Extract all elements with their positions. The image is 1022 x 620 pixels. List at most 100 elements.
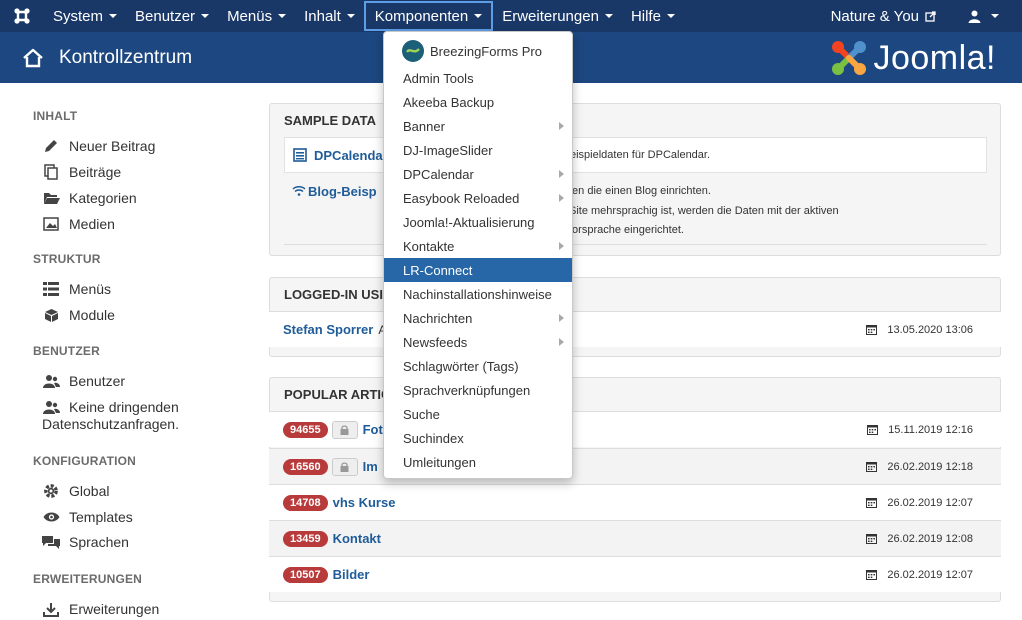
- calendar-icon: [867, 425, 879, 435]
- sidebar-item-templates[interactable]: Templates: [0, 508, 133, 526]
- user-menu[interactable]: [959, 1, 1008, 31]
- logged-in-user-link[interactable]: Stefan Sporrer: [283, 322, 373, 337]
- calendar-list-icon: [293, 148, 307, 162]
- sidebar-item-sprachen[interactable]: Sprachen: [0, 533, 129, 551]
- page-title: Kontrollzentrum: [59, 46, 193, 68]
- logged-in-date: 13.05.2020 13:06: [866, 324, 973, 336]
- sidebar-item-neuer-beitrag[interactable]: Neuer Beitrag: [0, 137, 155, 155]
- dropdown-item-nachinstallation[interactable]: Nachinstallationshinweise: [384, 282, 572, 306]
- dropdown-item-tags[interactable]: Schlagwörter (Tags): [384, 354, 572, 378]
- panel-title: POPULAR ARTIC: [284, 387, 391, 402]
- download-icon: [42, 600, 60, 618]
- joomla-small-icon[interactable]: [0, 0, 44, 32]
- comments-icon: [42, 533, 60, 551]
- dropdown-item-sprachverknuepfungen[interactable]: Sprachverknüpfungen: [384, 378, 572, 402]
- hits-badge: 94655: [283, 421, 328, 438]
- dropdown-item-banner[interactable]: Banner: [384, 114, 572, 138]
- sidebar-item-beitraege[interactable]: Beiträge: [0, 163, 121, 181]
- external-link-icon: [925, 10, 936, 22]
- chevron-down-icon: [346, 14, 355, 18]
- popular-date: 26.02.2019 12:08: [866, 533, 973, 545]
- panel-title: SAMPLE DATA: [284, 113, 376, 128]
- sidebar-item-medien[interactable]: Medien: [0, 215, 115, 233]
- gear-icon: [42, 482, 60, 500]
- sidebar-item-erweiterungen[interactable]: Erweiterungen: [0, 600, 159, 618]
- sidebar-item-menues[interactable]: Menüs: [0, 280, 111, 298]
- popular-date: 26.02.2019 12:18: [866, 461, 973, 473]
- chevron-down-icon: [201, 14, 210, 18]
- popular-row: 10507 Bilder 26.02.2019 12:07: [269, 556, 1001, 592]
- sidebar-item-datenschutz[interactable]: Keine dringenden: [0, 398, 179, 416]
- sample-link-blog[interactable]: Blog-Beisp: [308, 184, 377, 199]
- chevron-right-icon: [559, 314, 564, 322]
- user-icon: [968, 10, 981, 23]
- hits-badge: 14708: [283, 494, 328, 511]
- lock-icon: [331, 457, 358, 476]
- site-link[interactable]: Nature & You: [822, 1, 945, 31]
- dropdown-item-suchindex[interactable]: Suchindex: [384, 426, 572, 450]
- dropdown-item-admin-tools[interactable]: Admin Tools: [384, 66, 572, 90]
- dropdown-item-breezingforms[interactable]: BreezingForms Pro: [384, 38, 572, 64]
- chevron-down-icon: [991, 14, 999, 18]
- menu-system[interactable]: System: [44, 1, 126, 31]
- calendar-icon: [866, 570, 878, 580]
- joomla-logo: Joomla!: [829, 38, 996, 78]
- sample-desc-dpcalendar: eispieldaten für DPCalendar.: [570, 149, 711, 161]
- popular-article-link[interactable]: Fot: [363, 422, 383, 437]
- list-icon: [42, 280, 60, 298]
- dropdown-item-dj-imageslider[interactable]: DJ-ImageSlider: [384, 138, 572, 162]
- chevron-right-icon: [559, 242, 564, 250]
- chevron-right-icon: [559, 122, 564, 130]
- menu-benutzer[interactable]: Benutzer: [126, 1, 218, 31]
- chevron-down-icon: [109, 14, 118, 18]
- sample-desc-blog-line3: torsprache eingerichtet.: [569, 224, 684, 236]
- popular-article-link[interactable]: Im: [363, 459, 378, 474]
- chevron-right-icon: [559, 170, 564, 178]
- sidebar-item-benutzer[interactable]: Benutzer: [0, 372, 125, 390]
- chevron-right-icon: [559, 194, 564, 202]
- sidebar-item-datenschutz-line2: Datenschutzanfragen.: [42, 416, 179, 432]
- menu-hilfe[interactable]: Hilfe: [622, 1, 684, 31]
- sample-desc-blog-line2: Site mehrsprachig ist, werden die Daten …: [569, 205, 839, 217]
- menu-menues[interactable]: Menüs: [218, 1, 295, 31]
- panel-title: LOGGED-IN USI: [284, 287, 383, 302]
- sidebar-item-global[interactable]: Global: [0, 482, 109, 500]
- breezingforms-logo-icon: [402, 40, 424, 62]
- home-icon: [23, 48, 43, 67]
- sidebar-item-module[interactable]: Module: [0, 306, 115, 324]
- popular-article-link[interactable]: Bilder: [333, 567, 370, 582]
- sample-desc-blog-line1: ten die einen Blog einrichten.: [569, 185, 711, 197]
- dropdown-item-umleitungen[interactable]: Umleitungen: [384, 450, 572, 474]
- cube-icon: [42, 306, 60, 324]
- menu-komponenten[interactable]: Komponenten: [363, 1, 494, 31]
- dropdown-item-suche[interactable]: Suche: [384, 402, 572, 426]
- logged-in-row: Stefan Sporrer A 13.05.2020 13:06: [269, 311, 1001, 347]
- hits-badge: 16560: [283, 458, 328, 475]
- dropdown-item-lr-connect[interactable]: LR-Connect: [384, 258, 572, 282]
- menu-inhalt[interactable]: Inhalt: [295, 1, 364, 31]
- sidebar-heading-erweiterungen: ERWEITERUNGEN: [33, 572, 143, 586]
- dropdown-item-dpcalendar[interactable]: DPCalendar: [384, 162, 572, 186]
- dropdown-item-joomla-update[interactable]: Joomla!-Aktualisierung: [384, 210, 572, 234]
- hits-badge: 13459: [283, 530, 328, 547]
- sidebar-heading-konfiguration: KONFIGURATION: [33, 454, 137, 468]
- folder-open-icon: [42, 189, 60, 207]
- top-navbar: System Benutzer Menüs Inhalt Komponenten…: [0, 0, 1022, 32]
- menu-erweiterungen[interactable]: Erweiterungen: [493, 1, 622, 31]
- dropdown-item-nachrichten[interactable]: Nachrichten: [384, 306, 572, 330]
- dropdown-item-easybook[interactable]: Easybook Reloaded: [384, 186, 572, 210]
- chevron-down-icon: [278, 14, 287, 18]
- popular-row: 94655 Fot 15.11.2019 12:16: [269, 411, 1001, 447]
- popular-article-link[interactable]: vhs Kurse: [333, 495, 396, 510]
- dropdown-item-kontakte[interactable]: Kontakte: [384, 234, 572, 258]
- komponenten-dropdown: BreezingForms Pro Admin Tools Akeeba Bac…: [383, 31, 573, 479]
- sample-link-dpcalendar[interactable]: DPCalenda: [314, 148, 383, 163]
- popular-date: 15.11.2019 12:16: [867, 424, 973, 436]
- popular-article-link[interactable]: Kontakt: [333, 531, 381, 546]
- popular-row: 13459 Kontakt 26.02.2019 12:08: [269, 520, 1001, 556]
- popular-date: 26.02.2019 12:07: [866, 569, 973, 581]
- dropdown-item-newsfeeds[interactable]: Newsfeeds: [384, 330, 572, 354]
- sidebar-item-kategorien[interactable]: Kategorien: [0, 189, 137, 207]
- dropdown-item-akeeba-backup[interactable]: Akeeba Backup: [384, 90, 572, 114]
- sidebar-heading-struktur: STRUKTUR: [33, 252, 101, 266]
